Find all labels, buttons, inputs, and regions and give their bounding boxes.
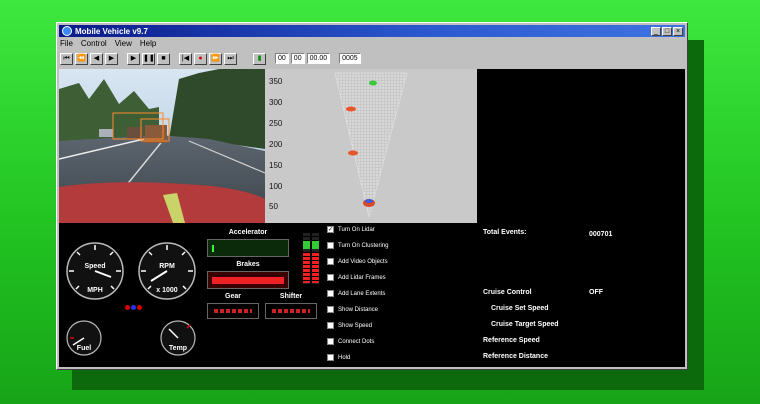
turn-signal-icon (125, 305, 130, 310)
window-title: Mobile Vehicle v9.7 (75, 26, 148, 36)
lidar-plot: 350 300 250 200 150 100 50 (265, 69, 477, 223)
level-meter-left (303, 233, 310, 285)
step-forward-icon[interactable]: ▶ (105, 52, 118, 65)
option-turn-on-lidar[interactable]: ✓ Turn On Lidar (327, 226, 375, 233)
rpm-unit: x 1000 (156, 287, 178, 294)
gear-indicator (207, 303, 259, 319)
total-events-label: Total Events: (483, 229, 527, 236)
reference-speed-label: Reference Speed (483, 337, 540, 344)
checkbox[interactable] (327, 306, 334, 313)
accelerator-label: Accelerator (228, 229, 268, 236)
cruise-set-speed-label: Cruise Set Speed (491, 305, 549, 312)
temp-label: Temp (168, 345, 188, 352)
menu-view[interactable]: View (115, 39, 132, 48)
play-icon[interactable]: ▶ (127, 52, 140, 65)
pause-icon[interactable]: ❚❚ (142, 52, 155, 65)
checkbox[interactable] (327, 242, 334, 249)
fast-forward-icon[interactable]: ⏩ (209, 52, 222, 65)
record-icon[interactable]: ● (194, 52, 207, 65)
dashboard-panel: Speed MPH RPM x 1000 Fuel Temp Accelerat… (59, 223, 685, 367)
toolbar: ⏮ ⏪ ◀ ▶ ▶ ❚❚ ■ |◀ ● ⏩ ⏭ ▮ 00 00 00.00 00… (60, 51, 684, 66)
seconds-field[interactable]: 00.00 (306, 53, 331, 64)
checkbox[interactable] (327, 258, 334, 265)
stop-icon[interactable]: ■ (157, 52, 170, 65)
title-bar: Mobile Vehicle v9.7 _ □ × (59, 25, 685, 37)
minimize-icon[interactable]: _ (651, 26, 661, 36)
option-turn-on-clustering[interactable]: Turn On Clustering (327, 242, 388, 249)
step-back-icon[interactable]: ◀ (90, 52, 103, 65)
rewind-icon[interactable]: ⏪ (75, 52, 88, 65)
shifter-indicator (265, 303, 317, 319)
menu-control[interactable]: Control (81, 39, 107, 48)
marker-icon[interactable]: ▮ (253, 52, 266, 65)
speed-label: Speed (84, 263, 106, 270)
accelerator-bar (207, 239, 289, 257)
turn-signal-icon (137, 305, 142, 310)
rpm-label: RPM (159, 263, 175, 270)
speed-unit: MPH (87, 287, 103, 294)
checkbox[interactable]: ✓ (327, 226, 334, 233)
reference-distance-label: Reference Distance (483, 353, 548, 360)
brakes-label: Brakes (236, 261, 260, 268)
road-video-frame (59, 69, 265, 223)
total-events-value: 000701 (589, 231, 613, 238)
lidar-cone (334, 72, 408, 218)
first-frame-icon[interactable]: ⏮ (60, 52, 73, 65)
checkbox[interactable] (327, 274, 334, 281)
high-beam-icon (131, 305, 136, 310)
menu-file[interactable]: File (60, 39, 73, 48)
menu-help[interactable]: Help (140, 39, 156, 48)
target-dot (346, 106, 356, 112)
brakes-bar (207, 271, 289, 289)
main-content: 350 300 250 200 150 100 50 Speed MPH RPM… (59, 69, 685, 367)
option-connect-dots[interactable]: Connect Dots (327, 338, 374, 345)
target-dot (348, 150, 358, 156)
option-show-distance[interactable]: Show Distance (327, 306, 378, 313)
frame-field[interactable]: 0005 (339, 53, 361, 64)
shifter-label: Shifter (279, 293, 303, 300)
option-add-lidar-frames[interactable]: Add Lidar Frames (327, 274, 386, 281)
option-show-speed[interactable]: Show Speed (327, 322, 372, 329)
mark-in-icon[interactable]: |◀ (179, 52, 192, 65)
checkbox[interactable] (327, 290, 334, 297)
cruise-control-label: Cruise Control (483, 289, 532, 296)
fuel-label: Fuel (76, 345, 92, 352)
gear-label: Gear (225, 293, 241, 300)
level-meter-right (312, 233, 319, 285)
menu-bar: File Control View Help (60, 38, 156, 49)
ego-vehicle-marker (365, 199, 373, 203)
option-add-lane-extents[interactable]: Add Lane Extents (327, 290, 385, 297)
target-dot-green (369, 80, 377, 86)
minutes-field[interactable]: 00 (290, 53, 305, 64)
checkbox[interactable] (327, 322, 334, 329)
video-view (59, 69, 265, 223)
cruise-control-value: OFF (589, 289, 603, 296)
window-controls: _ □ × (651, 26, 683, 36)
last-frame-icon[interactable]: ⏭ (224, 52, 237, 65)
option-add-video-objects[interactable]: Add Video Objects (327, 258, 388, 265)
option-hold[interactable]: Hold (327, 354, 350, 361)
app-icon (62, 26, 72, 36)
close-icon[interactable]: × (673, 26, 683, 36)
hours-field[interactable]: 00 (275, 53, 289, 64)
app-window: Mobile Vehicle v9.7 _ □ × File Control V… (56, 22, 688, 370)
checkbox[interactable] (327, 354, 334, 361)
checkbox[interactable] (327, 338, 334, 345)
maximize-icon[interactable]: □ (662, 26, 672, 36)
cruise-target-speed-label: Cruise Target Speed (491, 321, 559, 328)
